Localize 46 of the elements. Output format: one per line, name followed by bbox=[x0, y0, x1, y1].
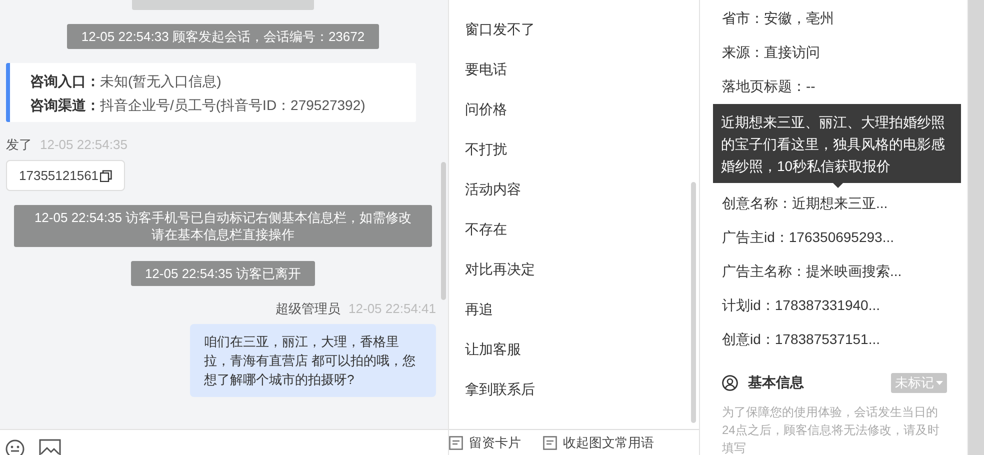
message-time: 12-05 22:54:35 bbox=[40, 136, 128, 154]
section-title: 基本信息 bbox=[748, 374, 805, 392]
info-row-text: 广告主id：176350695293... bbox=[722, 228, 895, 247]
info-value: 未知(暂无入口信息) bbox=[100, 72, 222, 90]
footer-button[interactable]: 收起图文常用语 bbox=[543, 434, 654, 452]
phrase-item[interactable]: 不打扰 bbox=[465, 139, 507, 159]
notice-text: 为了保障您的使用体验，会话发生当日的24点之后，顾客信息将无法修改，请及时填写 bbox=[722, 404, 940, 455]
document-icon bbox=[543, 436, 557, 450]
info-row-text: 创意名称：近期想来三亚... bbox=[722, 194, 889, 213]
phrase-item[interactable]: 活动内容 bbox=[465, 179, 521, 199]
document-icon bbox=[449, 436, 463, 450]
info-row-text: 落地页标题：-- bbox=[722, 77, 816, 96]
message-text: 17355121561 bbox=[19, 168, 99, 183]
phrase-item[interactable]: 问价格 bbox=[465, 99, 507, 119]
sender-name: 超级管理员 bbox=[276, 300, 341, 318]
info-row-text: 来源：直接访问 bbox=[722, 43, 821, 62]
scrollbar-thumb[interactable] bbox=[441, 162, 446, 300]
info-label: 咨询入口： bbox=[30, 72, 100, 90]
scrollbar-thumb[interactable] bbox=[691, 182, 696, 423]
message-time: 12-05 22:54:41 bbox=[348, 300, 436, 318]
phrase-item[interactable]: 不存在 bbox=[465, 219, 507, 239]
info-label: 咨询渠道： bbox=[30, 96, 100, 114]
system-message: 12-05 22:54:35 访客已离开 bbox=[130, 261, 316, 286]
info-row-text: 省市：安徽，亳州 bbox=[722, 9, 835, 28]
phrase-item[interactable]: 再追 bbox=[465, 299, 493, 319]
footer-button[interactable]: 留资卡片 bbox=[449, 434, 521, 452]
phrase-item[interactable]: 对比再决定 bbox=[465, 259, 535, 279]
user-icon bbox=[722, 375, 738, 391]
phrase-item[interactable]: 让加客服 bbox=[465, 339, 521, 359]
phrase-item[interactable]: 要电话 bbox=[465, 59, 507, 79]
scrollbar[interactable] bbox=[967, 0, 984, 455]
info-value: 抖音企业号/员工号(抖音号ID：279527392) bbox=[100, 96, 366, 114]
phrase-item[interactable]: 拿到联系后 bbox=[465, 379, 535, 399]
copy-icon[interactable] bbox=[100, 170, 112, 182]
sender-name: 发了 bbox=[6, 136, 32, 154]
info-row-text: 广告主名称：提米映画搜索... bbox=[722, 262, 903, 281]
info-row-text: 计划id：178387331940... bbox=[722, 296, 881, 315]
info-row-text: 创意id：178387537151... bbox=[722, 330, 881, 349]
agent-message-bubble: 咱们在三亚，丽江，大理，香格里拉，青海有直营店 都可以拍的哦，您想了解哪个城市的拍摄呀? bbox=[190, 324, 436, 397]
system-message: 12-05 22:54:33 顾客发起会话，会话编号：23672 bbox=[67, 24, 379, 49]
caret-icon bbox=[936, 381, 943, 385]
image-icon[interactable] bbox=[39, 439, 61, 455]
emoji-icon[interactable] bbox=[5, 439, 25, 455]
tooltip: 近期想来三亚、丽江、大理拍婚纱照的宝子们看这里，独具风格的电影感婚纱照，10秒私信获取报价 bbox=[713, 104, 961, 188]
system-message: 12-05 22:54:35 访客手机号已自动标记右侧基本信息栏，如需修改请在基本信息栏直接操作 bbox=[14, 205, 432, 247]
phrase-item[interactable]: 窗口发不了 bbox=[465, 19, 535, 39]
